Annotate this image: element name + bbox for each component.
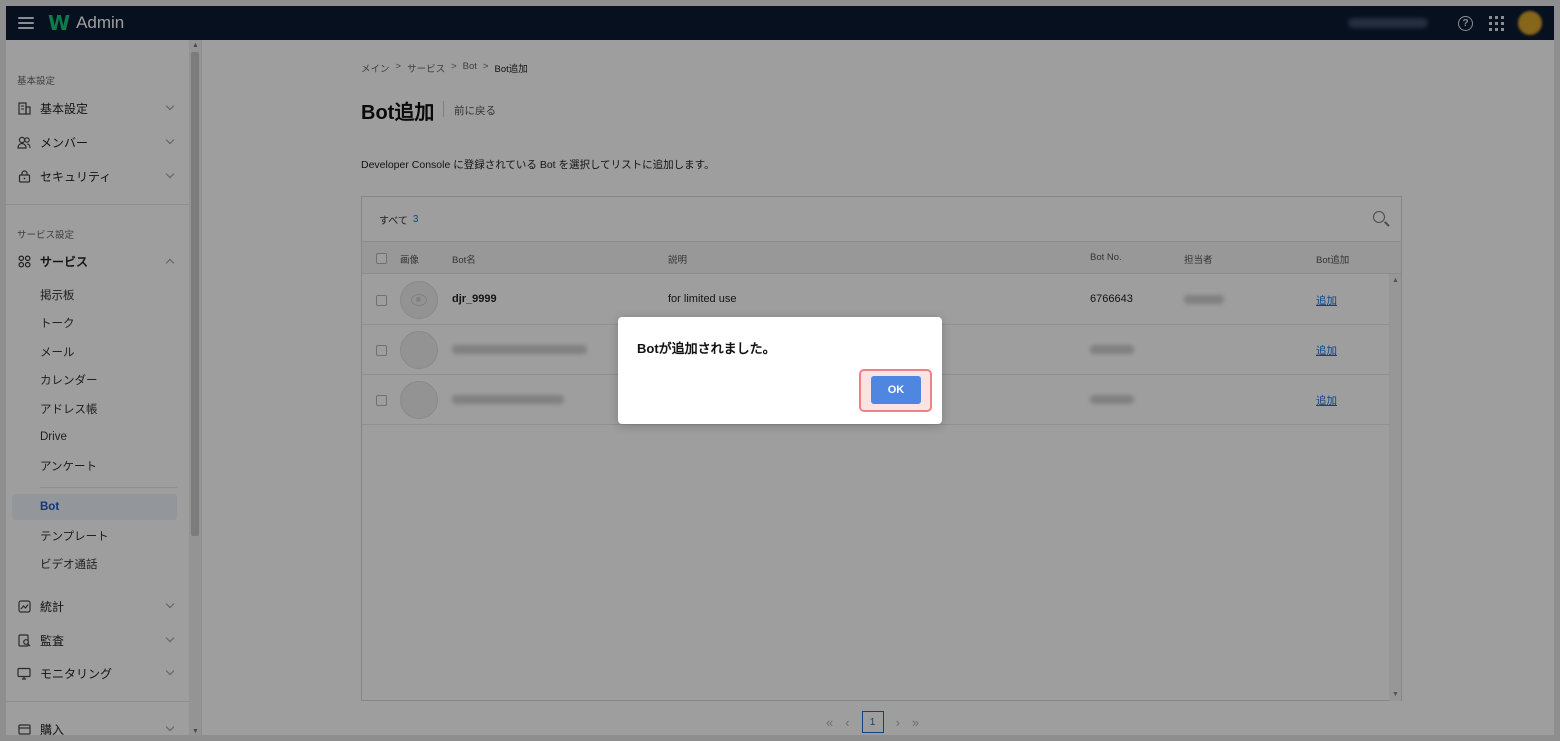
ok-button[interactable]: OK [871,376,921,404]
confirmation-dialog: Botが追加されました。 OK [618,317,942,424]
dialog-message: Botが追加されました。 [637,341,776,356]
